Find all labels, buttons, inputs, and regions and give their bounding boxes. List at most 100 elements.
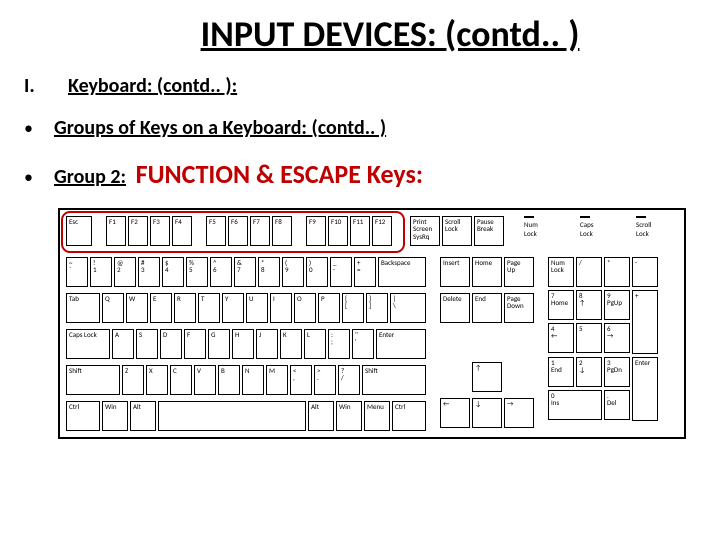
- key-space: [158, 401, 306, 431]
- indicator-capslock: Caps Lock: [580, 216, 614, 238]
- key-tab: Tab: [66, 293, 100, 323]
- key-f2: F2: [128, 216, 148, 246]
- key-ralt: Alt: [308, 401, 334, 431]
- key-y: Y: [222, 293, 244, 323]
- key-r: R: [174, 293, 196, 323]
- key-num8: 8 ↑: [576, 290, 602, 320]
- key-semicolon: : ;: [328, 329, 350, 359]
- key-rctrl: Ctrl: [392, 401, 426, 431]
- key-lctrl: Ctrl: [66, 401, 100, 431]
- key-f9: F9: [306, 216, 326, 246]
- key-a: A: [112, 329, 134, 359]
- key-4: $ 4: [162, 257, 184, 287]
- key-num1: 1 End: [548, 357, 574, 387]
- key-j: J: [256, 329, 278, 359]
- key-d: D: [160, 329, 182, 359]
- key-numenter: Enter: [632, 357, 658, 421]
- indicator-scrolllock: Scroll Lock: [636, 216, 670, 238]
- key-t: T: [198, 293, 220, 323]
- key-g: G: [208, 329, 230, 359]
- key-6: ^ 6: [210, 257, 232, 287]
- key-e: E: [150, 293, 172, 323]
- nav-block: Insert Home Page Up Delete End Page Down…: [440, 257, 534, 431]
- key-pageup: Page Up: [504, 257, 534, 287]
- key-h: H: [232, 329, 254, 359]
- key-q: Q: [102, 293, 124, 323]
- key-lwin: Win: [102, 401, 128, 431]
- key-f12: F12: [372, 216, 392, 246]
- key-pagedown: Page Down: [504, 293, 534, 323]
- slide-title: INPUT DEVICES: (contd.. ): [84, 12, 696, 56]
- key-nummul: *: [604, 257, 630, 287]
- key-comma: < ,: [290, 365, 312, 395]
- key-f4: F4: [172, 216, 192, 246]
- key-num0: 0 Ins: [548, 390, 602, 420]
- key-rshift: Shift: [362, 365, 426, 395]
- key-u: U: [246, 293, 268, 323]
- key-7: & 7: [234, 257, 256, 287]
- key-3: # 3: [138, 257, 160, 287]
- key-i: I: [270, 293, 292, 323]
- typing-block: ~ ` ! 1 @ 2 # 3 $ 4 % 5 ^ 6 & 7 * 8 ( 9 …: [66, 257, 426, 431]
- list-item-roman: I. Keyboard: (contd.. ):: [24, 74, 696, 98]
- key-period: > .: [314, 365, 336, 395]
- key-scrolllock: Scroll Lock: [442, 216, 472, 246]
- key-up: ↑: [472, 362, 502, 392]
- key-5: % 5: [186, 257, 208, 287]
- key-equals: + =: [354, 257, 376, 287]
- key-quote: " ': [352, 329, 374, 359]
- key-0: ) 0: [306, 257, 328, 287]
- key-rwin: Win: [336, 401, 362, 431]
- key-n: N: [242, 365, 264, 395]
- key-1: ! 1: [90, 257, 112, 287]
- key-slash: ? /: [338, 365, 360, 395]
- keyboard: Esc F1 F2 F3 F4 F5 F6 F7 F8 F9 F10 F11 F…: [58, 208, 686, 439]
- group2-label: Group 2:: [54, 165, 126, 189]
- key-backslash: | \: [390, 293, 426, 323]
- group2-highlight: FUNCTION & ESCAPE Keys:: [136, 158, 423, 190]
- key-down: ↓: [472, 398, 502, 428]
- key-lbracket: { [: [342, 293, 364, 323]
- key-enter: Enter: [376, 329, 426, 359]
- key-9: ( 9: [282, 257, 304, 287]
- key-o: O: [294, 293, 316, 323]
- key-num5: 5: [576, 323, 602, 353]
- key-pause: Pause Break: [474, 216, 504, 246]
- key-f1: F1: [106, 216, 126, 246]
- key-minus: _ -: [330, 257, 352, 287]
- roman-numeral: I.: [24, 74, 68, 98]
- key-b: B: [218, 365, 240, 395]
- key-f11: F11: [350, 216, 370, 246]
- keyboard-diagram: Esc F1 F2 F3 F4 F5 F6 F7 F8 F9 F10 F11 F…: [58, 208, 696, 439]
- key-rbracket: } ]: [366, 293, 388, 323]
- key-f3: F3: [150, 216, 170, 246]
- key-insert: Insert: [440, 257, 470, 287]
- key-f8: F8: [272, 216, 292, 246]
- key-numdot: . Del: [604, 390, 630, 420]
- key-capslock: Caps Lock: [66, 329, 110, 359]
- key-numdiv: /: [576, 257, 602, 287]
- bullet-dot: •: [24, 117, 54, 139]
- key-w: W: [126, 293, 148, 323]
- key-backspace: Backspace: [378, 257, 426, 287]
- slide: INPUT DEVICES: (contd.. ) I. Keyboard: (…: [0, 0, 720, 439]
- key-left: ←: [440, 398, 470, 428]
- indicator-numlock: Num Lock: [524, 216, 558, 238]
- bullet-text-groups: Groups of Keys on a Keyboard: (contd.. ): [54, 116, 386, 140]
- function-row: Esc F1 F2 F3 F4 F5 F6 F7 F8 F9 F10 F11 F…: [66, 216, 678, 246]
- key-end: End: [472, 293, 502, 323]
- key-8: * 8: [258, 257, 280, 287]
- key-grave: ~ `: [66, 257, 88, 287]
- key-esc: Esc: [66, 216, 92, 246]
- key-printscreen: Print Screen SysRq: [410, 216, 440, 246]
- key-m: M: [266, 365, 288, 395]
- key-num7: 7 Home: [548, 290, 574, 320]
- key-numlock: Num Lock: [548, 257, 574, 287]
- key-z: Z: [122, 365, 144, 395]
- lock-indicators: Num Lock Caps Lock Scroll Lock: [524, 216, 670, 246]
- key-num3: 3 PgDn: [604, 357, 630, 387]
- key-2: @ 2: [114, 257, 136, 287]
- key-menu: Menu: [364, 401, 390, 431]
- key-f6: F6: [228, 216, 248, 246]
- key-right: →: [504, 398, 534, 428]
